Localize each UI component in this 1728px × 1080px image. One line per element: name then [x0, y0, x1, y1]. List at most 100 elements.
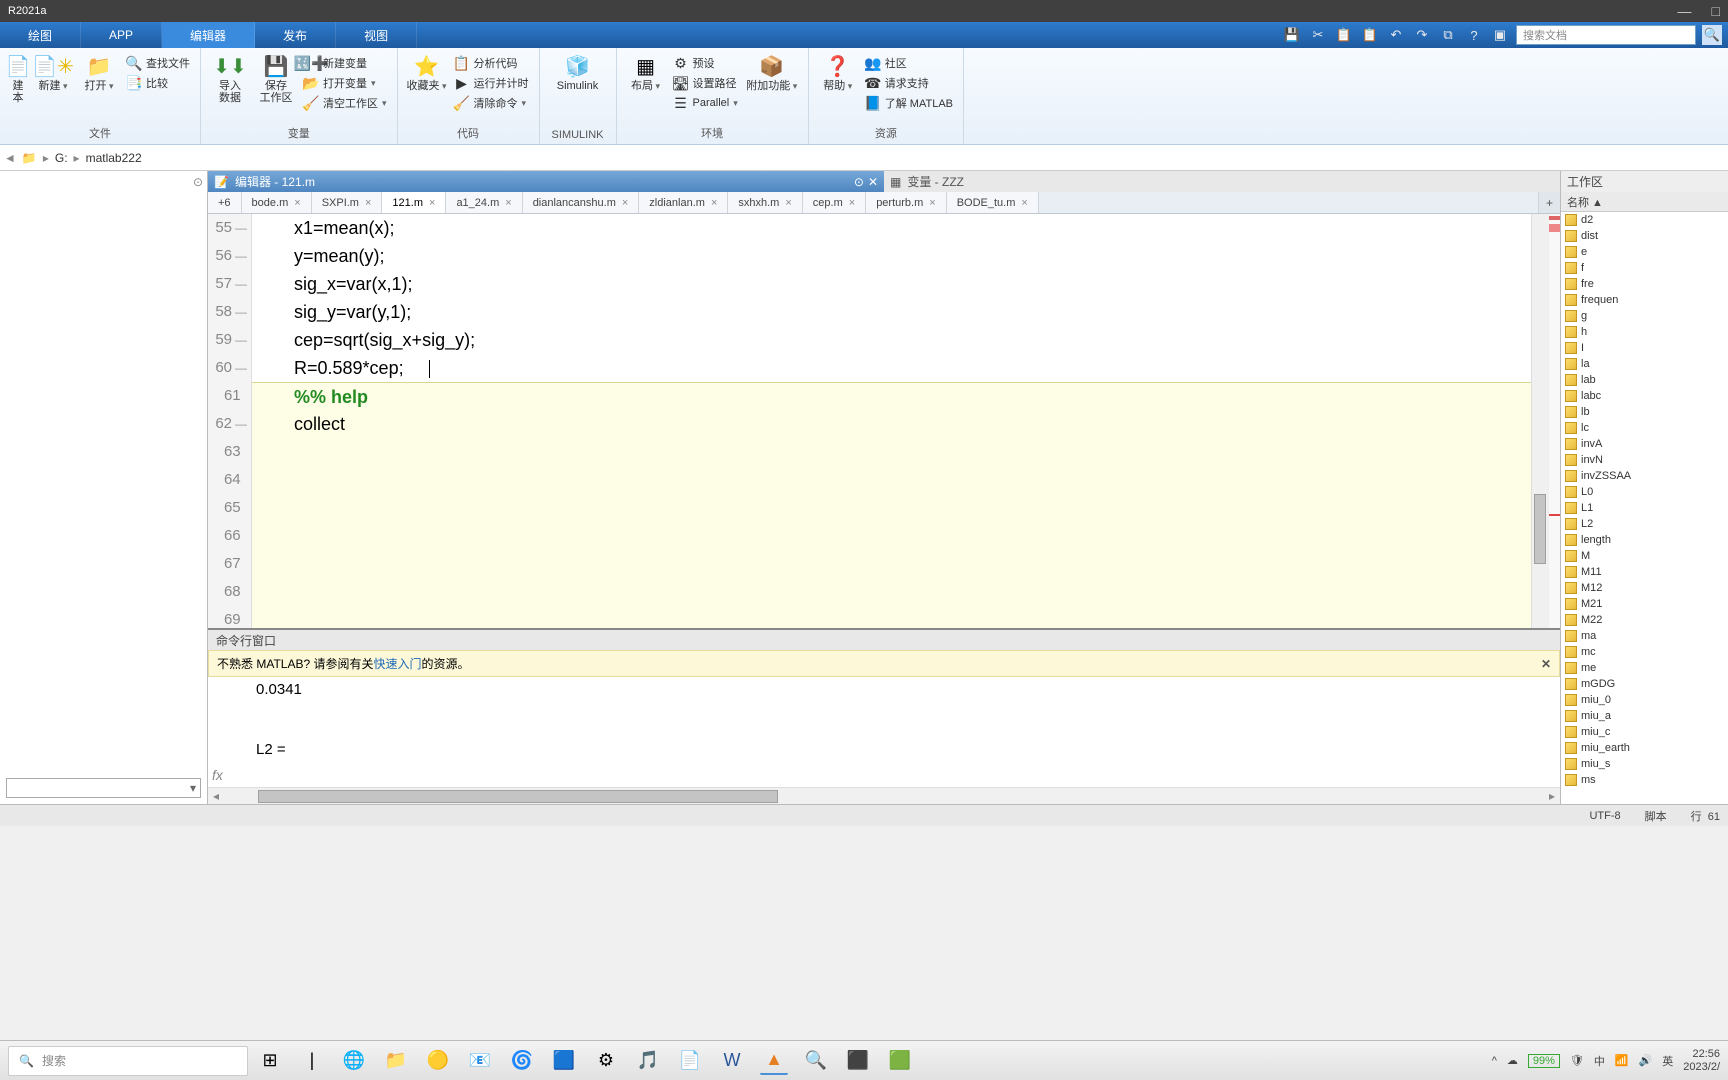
volume-icon[interactable]: 🔊 — [1639, 1054, 1653, 1067]
chrome-icon[interactable]: 🟡 — [424, 1047, 452, 1075]
tray-app-icon[interactable]: ☁ — [1507, 1054, 1518, 1067]
workspace-var-frequen[interactable]: frequen — [1561, 292, 1728, 308]
code-editor[interactable]: 55—56—57—58—59—60—61 62—63 64 65 66 67 6… — [208, 214, 1560, 628]
workspace-var-fre[interactable]: fre — [1561, 276, 1728, 292]
ime-ch-icon[interactable]: 中 — [1594, 1053, 1605, 1069]
doc-search-input[interactable]: 搜索文档 — [1516, 25, 1696, 45]
workspace-var-miu_a[interactable]: miu_a — [1561, 708, 1728, 724]
code-line-62[interactable]: collect — [252, 410, 1531, 438]
edge-icon[interactable]: 🌐 — [340, 1047, 368, 1075]
filetab-perturbm[interactable]: perturb.m× — [866, 192, 947, 213]
code-line-59[interactable]: cep=sqrt(sig_x+sig_y); — [252, 326, 1531, 354]
workspace-var-me[interactable]: me — [1561, 660, 1728, 676]
taskview-icon[interactable]: ⊞ — [256, 1047, 284, 1075]
code-line-64[interactable] — [252, 466, 1531, 494]
code-line-66[interactable] — [252, 522, 1531, 550]
add-tab-button[interactable]: + — [1538, 192, 1560, 213]
favorites-button[interactable]: 收藏夹 — [406, 54, 448, 92]
path-folder[interactable]: matlab222 — [86, 151, 142, 165]
workspace-var-M21[interactable]: M21 — [1561, 596, 1728, 612]
workspace-var-length[interactable]: length — [1561, 532, 1728, 548]
explorer-icon[interactable]: 📁 — [382, 1047, 410, 1075]
matlab-icon[interactable]: ▲ — [760, 1047, 788, 1075]
filetab-cepm[interactable]: cep.m× — [803, 192, 866, 213]
new-variable-button[interactable]: ➕新建变量 — [301, 54, 389, 72]
filetab-BODE_tum[interactable]: BODE_tu.m× — [947, 192, 1039, 213]
browser-icon[interactable]: 🌀 — [508, 1047, 536, 1075]
tab-view[interactable]: 视图 — [336, 22, 417, 48]
code-line-55[interactable]: x1=mean(x); — [252, 214, 1531, 242]
word-icon[interactable]: W — [718, 1047, 746, 1075]
path-drive[interactable]: G: — [55, 151, 68, 165]
maximize-button[interactable]: □ — [1712, 3, 1720, 19]
workspace-var-lc[interactable]: lc — [1561, 420, 1728, 436]
tab-publish[interactable]: 发布 — [255, 22, 336, 48]
variables-panel-title[interactable]: ▦ 变量 - ZZZ — [884, 171, 1560, 192]
tab-close-icon[interactable]: × — [429, 197, 435, 209]
current-folder-bar[interactable]: ◄ ▸ G: ▸ matlab222 — [0, 145, 1728, 171]
qa-copy-icon[interactable]: 📋 — [1334, 25, 1354, 45]
filetab-6[interactable]: +6 — [208, 192, 242, 213]
app-icon[interactable]: 🟦 — [550, 1047, 578, 1075]
everything-icon[interactable]: 🔍 — [802, 1047, 830, 1075]
av-icon[interactable]: 🛡 — [1570, 1054, 1584, 1067]
workspace-var-d2[interactable]: d2 — [1561, 212, 1728, 228]
editor-overview-ruler[interactable] — [1548, 214, 1560, 628]
quickstart-link[interactable]: 快速入门 — [373, 655, 421, 672]
workspace-var-labc[interactable]: labc — [1561, 388, 1728, 404]
filetab-dianlancanshum[interactable]: dianlancanshu.m× — [523, 192, 640, 213]
workspace-var-L2[interactable]: L2 — [1561, 516, 1728, 532]
compare-button[interactable]: 比较 — [124, 74, 192, 92]
workspace-var-I[interactable]: I — [1561, 340, 1728, 356]
tab-close-icon[interactable]: × — [505, 197, 511, 209]
editor-restore-icon[interactable]: ⊙ — [854, 175, 864, 189]
workspace-var-e[interactable]: e — [1561, 244, 1728, 260]
editor-scrollbar-vertical[interactable] — [1531, 214, 1548, 628]
command-scrollbar-horizontal[interactable]: ◂ ▸ — [208, 787, 1560, 804]
qa-cut-icon[interactable]: ✂ — [1308, 25, 1328, 45]
path-back-icon[interactable]: ◄ — [4, 151, 16, 165]
analyze-code-button[interactable]: 分析代码 — [452, 54, 531, 72]
addons-button[interactable]: 附加功能 — [744, 54, 800, 92]
workspace-var-ms[interactable]: ms — [1561, 772, 1728, 788]
qa-windows-icon[interactable]: ⧉ — [1438, 25, 1458, 45]
find-files-button[interactable]: 查找文件 — [124, 54, 192, 72]
clear-cmd-button[interactable]: 清除命令 — [452, 94, 531, 112]
search-icon[interactable]: 🔍 — [1702, 25, 1722, 45]
workspace-var-g[interactable]: g — [1561, 308, 1728, 324]
set-path-button[interactable]: 设置路径 — [671, 74, 740, 92]
os-search-input[interactable]: 🔍 搜索 — [8, 1046, 248, 1076]
fx-prompt-icon[interactable]: fx — [212, 767, 223, 783]
simulink-button[interactable]: Simulink — [548, 54, 608, 92]
workspace-var-miu_earth[interactable]: miu_earth — [1561, 740, 1728, 756]
tip-close-icon[interactable]: ✕ — [1541, 657, 1551, 671]
new-button[interactable]: ✳ 新建 — [32, 54, 74, 92]
workspace-var-M[interactable]: M — [1561, 548, 1728, 564]
tab-close-icon[interactable]: × — [294, 197, 300, 209]
workspace-var-mGDG[interactable]: mGDG — [1561, 676, 1728, 692]
workspace-var-M12[interactable]: M12 — [1561, 580, 1728, 596]
workspace-var-miu_0[interactable]: miu_0 — [1561, 692, 1728, 708]
parallel-button[interactable]: Parallel — [671, 94, 740, 112]
community-button[interactable]: 社区 — [863, 54, 955, 72]
workspace-var-miu_s[interactable]: miu_s — [1561, 756, 1728, 772]
ime-en-icon[interactable]: 英 — [1662, 1053, 1673, 1069]
tab-close-icon[interactable]: × — [785, 197, 791, 209]
code-line-58[interactable]: sig_y=var(y,1); — [252, 298, 1531, 326]
tray-expand-icon[interactable]: ^ — [1492, 1055, 1497, 1067]
tab-close-icon[interactable]: × — [622, 197, 628, 209]
learn-matlab-button[interactable]: 了解 MATLAB — [863, 94, 955, 112]
help-button[interactable]: 帮助 — [817, 54, 859, 92]
workspace-var-lab[interactable]: lab — [1561, 372, 1728, 388]
code-line-68[interactable] — [252, 578, 1531, 606]
code-line-61[interactable]: %% help — [252, 382, 1531, 410]
app2-icon[interactable]: ⬛ — [844, 1047, 872, 1075]
workspace-var-h[interactable]: h — [1561, 324, 1728, 340]
code-line-56[interactable]: y=mean(y); — [252, 242, 1531, 270]
workspace-var-invA[interactable]: invA — [1561, 436, 1728, 452]
support-button[interactable]: 请求支持 — [863, 74, 955, 92]
workspace-column-header[interactable]: 名称 ▲ — [1561, 192, 1728, 212]
tab-close-icon[interactable]: × — [711, 197, 717, 209]
code-line-69[interactable] — [252, 606, 1531, 628]
code-line-67[interactable] — [252, 550, 1531, 578]
